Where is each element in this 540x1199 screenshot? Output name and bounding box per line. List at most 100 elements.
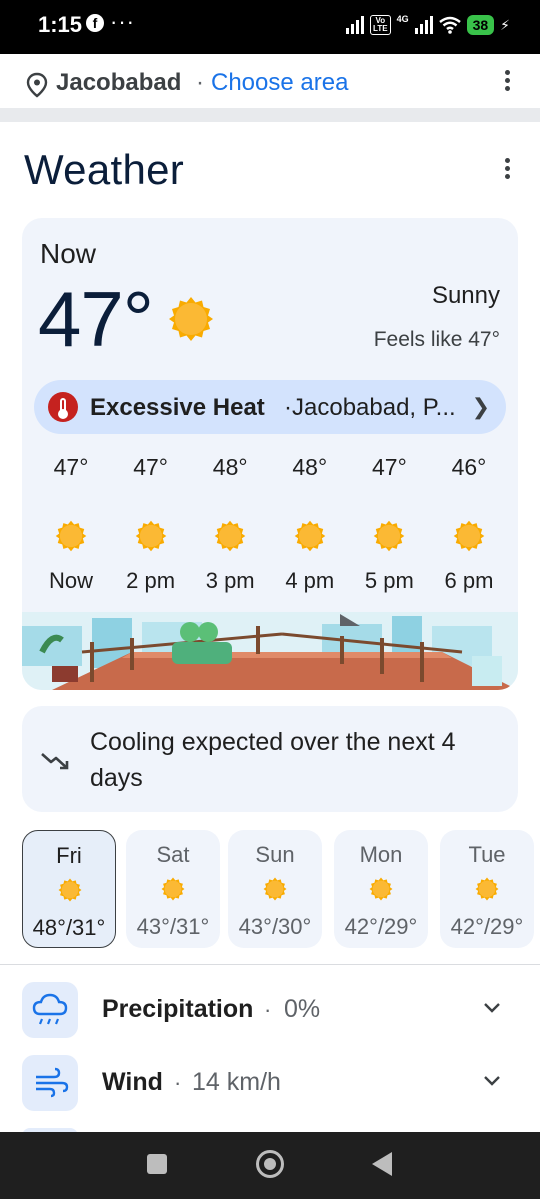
charging-icon: ⚡ — [500, 16, 510, 33]
hourly-temp: 47° — [53, 454, 89, 480]
recents-button[interactable] — [147, 1154, 167, 1174]
hourly-item[interactable]: 47° Now — [32, 454, 110, 594]
hourly-temp: 48° — [292, 454, 328, 480]
day-name: Sat — [156, 842, 190, 867]
facebook-icon: f — [86, 14, 104, 32]
status-icons: Vo LTE 4G 38 ⚡ — [346, 12, 510, 38]
location-separator: · — [196, 69, 204, 96]
sun-icon — [169, 297, 213, 341]
signal-icon — [346, 16, 365, 34]
daily-forecast[interactable]: Fri 48°/31° Sat 43°/31° Sun 43°/30° Mon 42°/29°… — [22, 830, 540, 950]
day-tab-tue[interactable]: Tue 42°/29° — [440, 830, 534, 948]
alert-title: Excessive Heat — [90, 394, 265, 421]
wind-separator: · — [174, 1070, 182, 1095]
wifi-icon — [438, 16, 461, 34]
now-label: Now — [40, 238, 97, 269]
sun-icon — [161, 877, 185, 906]
page-title: Weather — [24, 146, 185, 193]
home-button[interactable] — [256, 1150, 284, 1178]
day-high-low: 43°/31° — [136, 914, 210, 939]
wind-label: Wind — [102, 1068, 163, 1096]
hourly-time: 2 pm — [126, 568, 176, 593]
precipitation-value: 0% — [284, 995, 321, 1023]
wind-row[interactable]: Wind · 14 km/h — [22, 1055, 518, 1111]
hourly-time: 4 pm — [285, 568, 335, 593]
day-high-low: 42°/29° — [344, 914, 418, 939]
weather-alert-banner[interactable]: Excessive Heat ·Jacobabad, P... ❯ — [34, 380, 506, 434]
wind-value: 14 km/h — [192, 1068, 281, 1096]
volte-badge: Vo LTE — [370, 15, 391, 35]
sun-icon — [369, 877, 393, 906]
back-button[interactable] — [372, 1152, 392, 1176]
sun-icon — [214, 520, 246, 557]
current-weather-card[interactable]: Now 47° Sunny Feels like 47° Excessive H… — [22, 218, 518, 690]
hourly-item[interactable]: 48° 3 pm — [191, 454, 269, 594]
precipitation-label: Precipitation — [102, 995, 254, 1023]
hourly-time: Now — [48, 568, 93, 593]
day-high-low: 48°/31° — [32, 915, 106, 940]
thermometer-icon — [48, 392, 78, 422]
chevron-right-icon: ❯ — [471, 394, 490, 419]
status-time: 1:15 — [38, 12, 83, 37]
trend-text: Cooling expected over the next 4 days — [90, 728, 456, 792]
hourly-temp: 48° — [212, 454, 248, 480]
day-name: Tue — [468, 842, 506, 867]
trending-down-icon — [41, 753, 69, 770]
hourly-temp: 46° — [451, 454, 487, 480]
precipitation-separator: · — [264, 997, 272, 1022]
day-name: Fri — [56, 843, 82, 868]
day-name: Mon — [359, 842, 403, 867]
signal-icon-2 — [414, 16, 433, 34]
hourly-forecast[interactable]: 47° Now 47° 2 pm 48° 3 pm 48° 4 pm 47° 5 pm 46° 6 p… — [32, 454, 508, 594]
alert-separator: · — [284, 394, 292, 421]
system-nav-bar — [0, 1132, 540, 1199]
chevron-down-icon — [484, 1076, 500, 1086]
location-pin-icon — [26, 72, 48, 98]
divider — [0, 964, 540, 965]
current-condition: Sunny — [431, 282, 500, 309]
day-tab-sat[interactable]: Sat 43°/31° — [126, 830, 220, 948]
sun-icon — [58, 878, 82, 907]
weather-illustration — [22, 612, 518, 690]
day-tab-mon[interactable]: Mon 42°/29° — [334, 830, 428, 948]
rain-cloud-icon — [22, 982, 78, 1038]
sun-icon — [55, 520, 87, 557]
hourly-item[interactable]: 46° 6 pm — [430, 454, 508, 594]
location-city: Jacobabad — [56, 69, 182, 96]
hourly-time: 6 pm — [444, 568, 494, 593]
day-name: Sun — [255, 842, 295, 867]
day-tab-fri[interactable]: Fri 48°/31° — [22, 830, 116, 948]
hourly-item[interactable]: 47° 5 pm — [350, 454, 428, 594]
hourly-time: 3 pm — [205, 568, 255, 593]
network-type: 4G — [396, 14, 409, 24]
sun-icon — [263, 877, 287, 906]
hourly-item[interactable]: 47° 2 pm — [112, 454, 190, 594]
chevron-down-icon — [484, 1003, 500, 1013]
alert-location: Jacobabad, P... — [292, 394, 456, 421]
sun-icon — [135, 520, 167, 557]
alert-place: ·Jacobabad, P... — [284, 394, 456, 422]
sun-icon — [294, 520, 326, 557]
precipitation-row[interactable]: Precipitation · 0% — [22, 982, 518, 1038]
location-menu-icon[interactable] — [505, 70, 511, 94]
hourly-time: 5 pm — [364, 568, 414, 593]
status-bar: 1:15 f ··· Vo LTE 4G 38 ⚡ — [0, 0, 540, 54]
current-temperature: 47° — [38, 275, 154, 363]
day-tab-sun[interactable]: Sun 43°/30° — [228, 830, 322, 948]
choose-area-link[interactable]: Choose area — [211, 69, 348, 97]
feels-like: Feels like 47° — [373, 328, 500, 351]
trend-card[interactable]: Cooling expected over the next 4 days — [22, 706, 518, 812]
wind-icon — [22, 1055, 78, 1111]
sun-icon — [373, 520, 405, 557]
hourly-temp: 47° — [371, 454, 407, 480]
day-high-low: 43°/30° — [238, 914, 312, 939]
battery-indicator: 38 — [466, 15, 495, 35]
notification-more-icon: ··· — [110, 9, 135, 34]
day-high-low: 42°/29° — [450, 914, 524, 939]
hourly-item[interactable]: 48° 4 pm — [271, 454, 349, 594]
section-divider — [0, 108, 540, 122]
sun-icon — [453, 520, 485, 557]
hourly-temp: 47° — [133, 454, 168, 480]
weather-menu-icon[interactable] — [505, 158, 511, 182]
sun-icon — [475, 877, 499, 906]
